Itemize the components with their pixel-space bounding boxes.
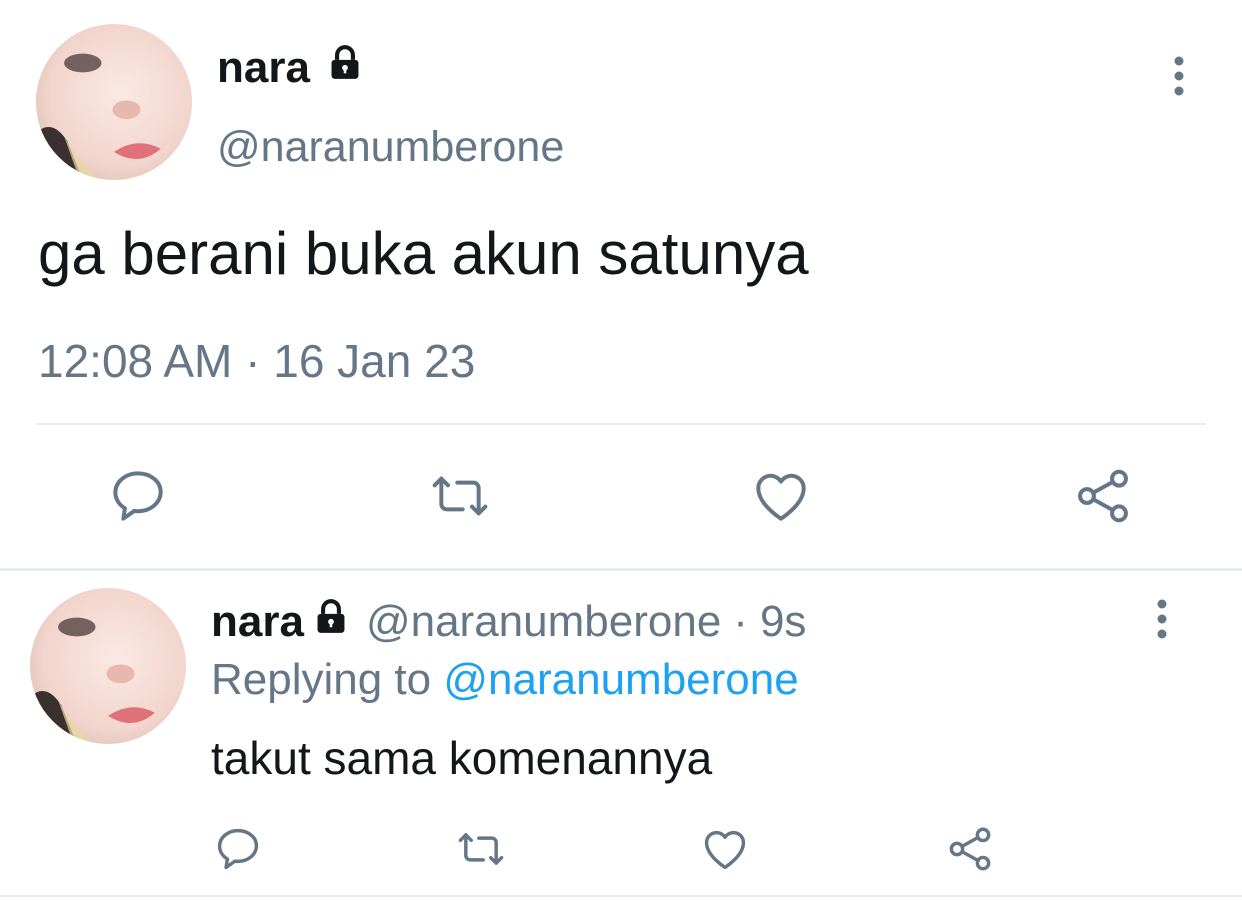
replying-to: Replying to @naranumberone	[211, 652, 799, 708]
tweet-timestamp[interactable]: 12:08 AM · 16 Jan 23	[38, 332, 475, 390]
section-divider	[0, 568, 1242, 571]
replying-to-label: Replying to	[211, 655, 432, 704]
lock-icon	[326, 40, 364, 96]
display-name[interactable]: nara	[211, 594, 304, 650]
heart-icon[interactable]	[749, 464, 813, 528]
share-icon[interactable]	[1071, 464, 1135, 528]
reply-header: nara @naranumberone · 9s	[211, 594, 806, 650]
replying-to-link[interactable]: @naranumberone	[443, 655, 798, 704]
reply-icon[interactable]	[106, 464, 170, 528]
retweet-icon[interactable]	[455, 823, 507, 875]
more-options-icon[interactable]	[1147, 598, 1177, 640]
avatar[interactable]	[30, 588, 186, 744]
tweet-text: takut sama komenannya	[211, 732, 713, 784]
retweet-icon[interactable]	[428, 464, 492, 528]
divider	[0, 895, 1242, 897]
display-name[interactable]: nara	[217, 40, 370, 96]
user-handle[interactable]: @naranumberone	[217, 120, 564, 174]
tweet-time-ago[interactable]: 9s	[760, 594, 806, 650]
heart-icon[interactable]	[699, 823, 751, 875]
reply-icon[interactable]	[212, 823, 264, 875]
avatar[interactable]	[36, 24, 192, 180]
divider	[36, 423, 1206, 425]
display-name-text: nara	[217, 43, 310, 92]
user-handle[interactable]: @naranumberone	[366, 594, 721, 650]
more-options-icon[interactable]	[1164, 55, 1194, 97]
tweet-text: ga berani buka akun satunya	[38, 220, 809, 287]
lock-icon	[312, 594, 350, 650]
separator-dot: ·	[733, 597, 748, 646]
share-icon[interactable]	[944, 823, 996, 875]
